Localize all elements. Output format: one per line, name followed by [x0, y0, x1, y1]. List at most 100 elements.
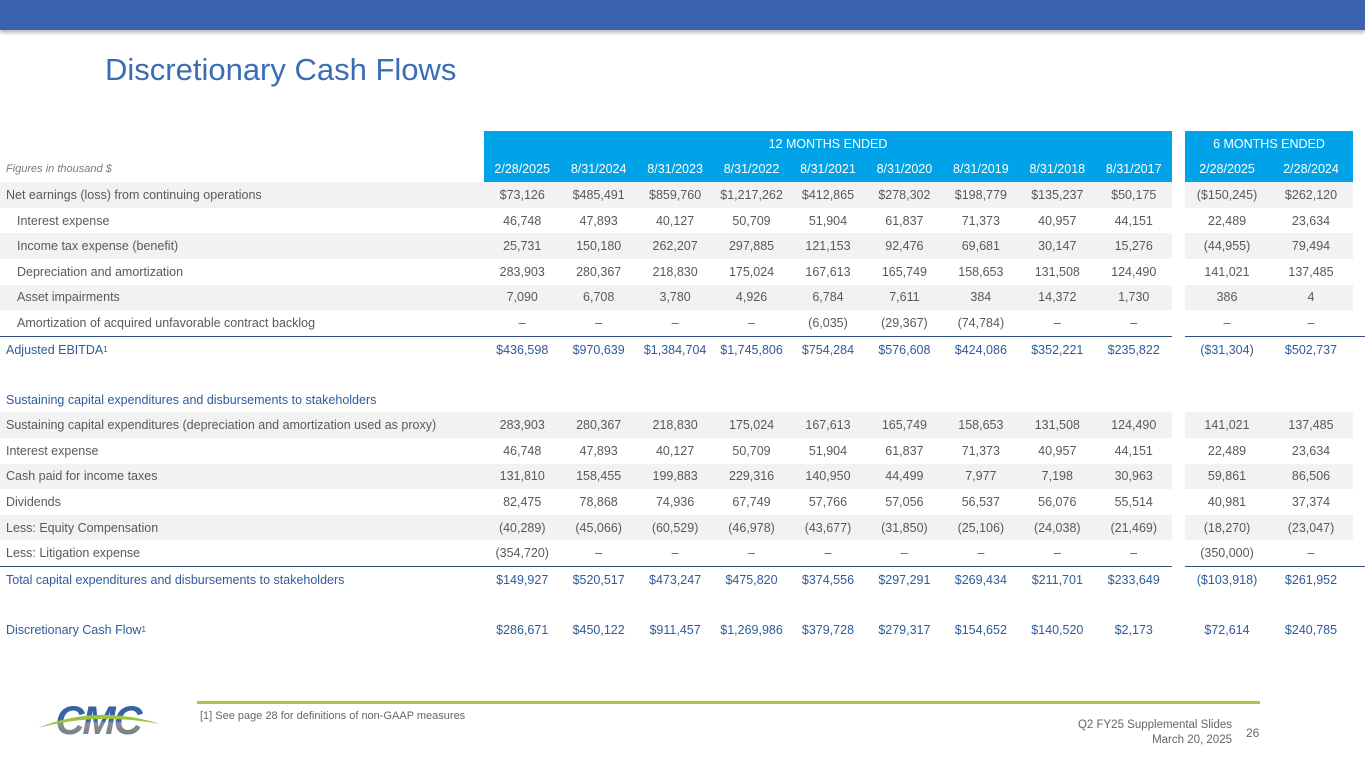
row-label: Less: Litigation expense [0, 540, 484, 566]
cmc-logo: CMC [36, 698, 161, 745]
row-label: Cash paid for income taxes [0, 463, 484, 490]
row-label: Less: Equity Compensation [0, 514, 484, 541]
column-gap [1172, 334, 1185, 338]
table-cell: (24,038) [1019, 514, 1096, 541]
table-cell: $352,221 [1031, 342, 1084, 357]
table-cell: 167,613 [805, 264, 851, 279]
table-cell: 30,147 [1019, 233, 1096, 259]
table-cell: 7,977 [942, 463, 1020, 490]
units-label: Figures in thousand $ [6, 163, 112, 176]
slide-info: Q2 FY25 Supplemental Slides March 20, 20… [1078, 718, 1232, 748]
table-cell: 6,784 [789, 284, 867, 311]
column-header-row: Figures in thousand $ 2/28/2025 8/31/2024… [0, 156, 1365, 183]
table-cell: – [518, 315, 526, 330]
column-header: 8/31/2024 [560, 156, 637, 183]
footnote: [1] See page 28 for definitions of non-G… [200, 710, 466, 722]
table-cell: – [1307, 315, 1315, 330]
table-cell: ($150,245) [1185, 182, 1269, 208]
table-cell: $72,614 [1204, 622, 1250, 637]
row-label: Amortization of acquired unfavorable con… [0, 310, 484, 336]
table-cell: (46,978) [713, 514, 790, 541]
table-cell: 7,198 [1019, 463, 1096, 490]
table-cell: 55,514 [1114, 494, 1153, 509]
table-cell: 141,021 [1204, 264, 1250, 279]
table-cell: 175,024 [713, 412, 790, 438]
table-cell: $970,639 [572, 342, 625, 357]
table-cell: – [748, 315, 755, 330]
table-cell: 59,861 [1185, 463, 1269, 490]
table-cell: 40,127 [655, 213, 695, 228]
table-cell: (23,047) [1269, 514, 1353, 541]
table-cell: 165,749 [866, 412, 943, 438]
table-row: Total capital expenditures and disbursem… [0, 564, 1365, 593]
column-header: 2/28/2025 [484, 156, 561, 183]
table-cell: $140,520 [1031, 622, 1084, 637]
table-cell: 124,490 [1095, 412, 1172, 438]
table-row: Discretionary Cash Flow 1 $286,671 $450,122… [0, 617, 1365, 643]
table-cell: 40,957 [1038, 443, 1077, 458]
table-cell: $235,822 [1107, 342, 1160, 357]
row-label: Net earnings (loss) from continuing oper… [0, 182, 484, 208]
table-cell: 15,276 [1095, 233, 1172, 259]
table-cell: $2,173 [1114, 622, 1153, 637]
table-cell: $1,269,986 [720, 622, 783, 637]
row-label: Adjusted EBITDA 1 [0, 337, 484, 363]
table-cell: (60,529) [636, 514, 714, 541]
table-cell: – [1053, 546, 1061, 561]
row-label-text: Dividends [6, 494, 61, 509]
table-cell: 150,180 [560, 233, 637, 259]
table-row: Adjusted EBITDA 1 $436,598 $970,639 $1,384,7… [0, 334, 1365, 363]
table-cell: 6,708 [560, 284, 637, 311]
table-cell: 229,316 [713, 463, 790, 490]
table-cell: 167,613 [789, 412, 867, 438]
table-cell: 69,681 [942, 233, 1020, 259]
table-cell: (44,955) [1185, 233, 1269, 259]
table-cell: $279,317 [878, 622, 931, 637]
table-row: Interest expense 46,748 47,893 40,127 50,709… [0, 208, 1365, 234]
table-cell: 218,830 [636, 412, 714, 438]
table-cell: 51,904 [808, 443, 848, 458]
table-cell: 280,367 [560, 412, 637, 438]
table-cell: 131,508 [1034, 264, 1080, 279]
table-cell: 56,537 [961, 494, 1000, 509]
table-cell: (6,035) [808, 315, 848, 330]
table-cell: 74,936 [655, 494, 695, 509]
table-cell: 47,893 [579, 213, 618, 228]
table-cell: $379,728 [801, 622, 855, 637]
column-header: 8/31/2023 [636, 156, 714, 183]
table-row: Cash paid for income taxes 131,810 158,455… [0, 463, 1365, 490]
table-cell: $278,302 [866, 182, 943, 208]
table-cell: (43,677) [789, 514, 867, 541]
column-gap [1172, 564, 1185, 568]
row-label: Discretionary Cash Flow 1 [0, 617, 484, 643]
table-cell: – [900, 546, 908, 561]
table-cell: (40,289) [484, 514, 561, 541]
table-cell: 61,837 [885, 443, 924, 458]
table-cell: (25,106) [942, 514, 1020, 541]
table-cell: 4,926 [713, 284, 790, 311]
table-cell: 23,634 [1291, 213, 1331, 228]
row-label-text: Net earnings (loss) from continuing oper… [6, 187, 262, 202]
table-cell: (29,367) [881, 315, 928, 330]
table-cell: 51,904 [808, 213, 848, 228]
table-cell: 46,748 [503, 443, 542, 458]
table-cell: $261,952 [1284, 572, 1338, 587]
table-cell: 47,893 [579, 443, 618, 458]
table-cell: 40,981 [1207, 494, 1247, 509]
table-cell: 40,957 [1038, 213, 1077, 228]
table-cell: 61,837 [885, 213, 924, 228]
table-cell: ($31,304) [1200, 342, 1254, 357]
table-cell: $198,779 [942, 182, 1020, 208]
column-header: 8/31/2020 [866, 156, 943, 183]
table-cell: 78,868 [579, 494, 618, 509]
table-cell: 141,021 [1185, 412, 1269, 438]
table-cell: 44,151 [1114, 213, 1153, 228]
table-cell: 131,508 [1019, 412, 1096, 438]
table-cell: $754,284 [801, 342, 855, 357]
footnote-marker: 1 [141, 625, 146, 635]
table-cell: 384 [942, 284, 1020, 311]
page-title: Discretionary Cash Flows [105, 52, 457, 87]
row-label: Sustaining capital expenditures and disb… [0, 387, 484, 413]
table-cell: 71,373 [961, 443, 1000, 458]
table-cell: 25,731 [484, 233, 561, 259]
